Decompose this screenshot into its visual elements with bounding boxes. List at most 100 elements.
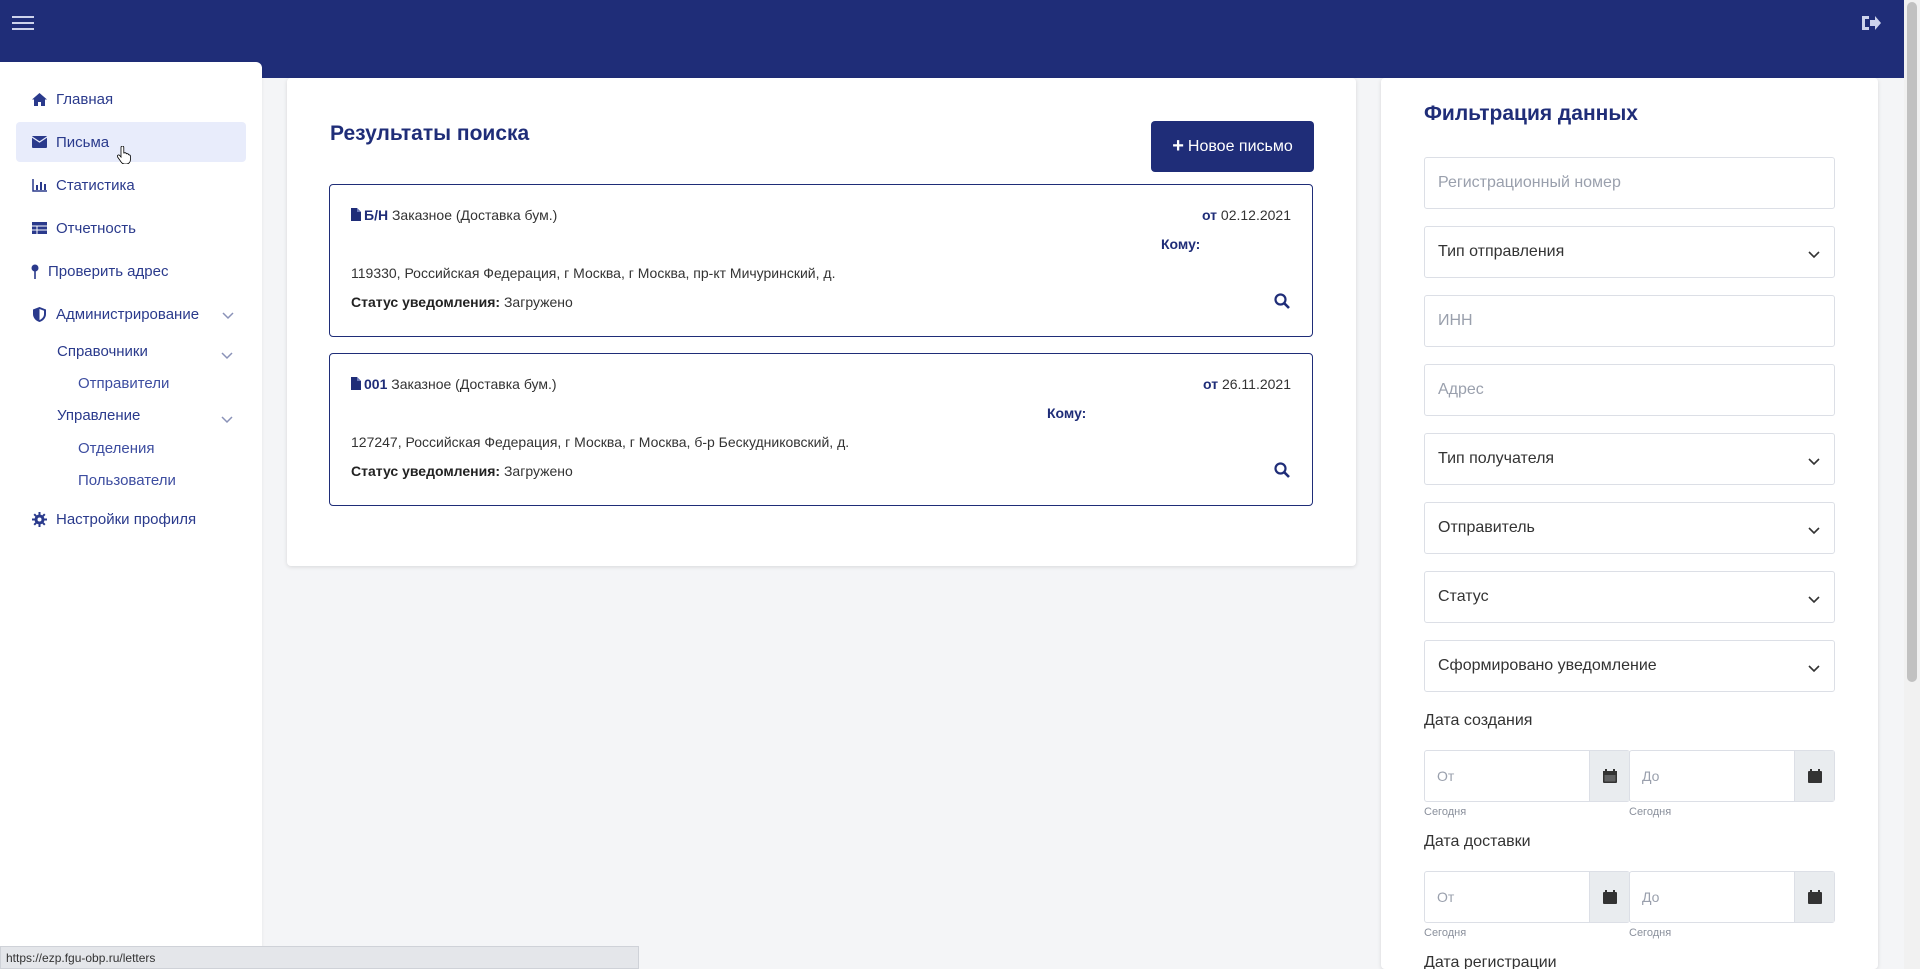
letter-header: Б/Н Заказное (Доставка бум.) (351, 207, 557, 224)
letter-date: от 26.11.2021 (1203, 376, 1291, 392)
today-hint[interactable]: Сегодня (1629, 806, 1671, 818)
letter-card[interactable]: Б/Н Заказное (Доставка бум.) от 02.12.20… (329, 184, 1313, 337)
date-value: 26.11.2021 (1221, 376, 1291, 392)
notification-select[interactable]: Сформировано уведомление (1424, 640, 1835, 692)
sidebar-item-label: Настройки профиля (56, 510, 197, 528)
status-select[interactable]: Статус (1424, 571, 1835, 623)
sidebar-item-administration[interactable]: Администрирование (16, 294, 246, 334)
link-preview-statusbar: https://ezp.fgu-obp.ru/letters (0, 946, 639, 969)
letter-type: Заказное (Доставка бум.) (391, 207, 558, 223)
sidebar-item-directories[interactable]: Справочники (57, 343, 247, 360)
sidebar-item-label: Статистика (56, 176, 135, 194)
top-bar (0, 0, 1904, 78)
letter-number: Б/Н (364, 207, 389, 223)
filter-title: Фильтрация данных (1424, 102, 1638, 125)
new-letter-button[interactable]: + Новое письмо (1151, 121, 1314, 172)
chevron-down-icon (222, 307, 234, 324)
select-label: Тип отправления (1438, 243, 1565, 260)
document-icon (351, 377, 361, 393)
sidebar-item-check-address[interactable]: Проверить адрес (16, 251, 246, 291)
search-icon[interactable] (1274, 293, 1290, 314)
letter-address: 127247, Российская Федерация, г Москва, … (351, 434, 850, 450)
input-placeholder: До (1642, 768, 1660, 784)
address-input[interactable]: Адрес (1424, 364, 1835, 416)
sidebar-item-label: Письма (56, 133, 110, 151)
chevron-down-icon (221, 411, 233, 428)
menu-toggle-icon[interactable] (12, 14, 34, 34)
registration-number-input[interactable]: Регистрационный номер (1424, 157, 1835, 209)
notification-status: Статус уведомления: Загружено (351, 294, 573, 310)
sidebar-item-letters[interactable]: Письма (16, 122, 246, 162)
today-hint[interactable]: Сегодня (1424, 927, 1466, 939)
gear-icon (30, 511, 48, 527)
sidebar-item-statistics[interactable]: Статистика (16, 165, 246, 205)
page-scrollbar[interactable] (1904, 0, 1920, 969)
bar-chart-icon (30, 178, 48, 192)
table-icon (30, 222, 48, 234)
search-results-card: Результаты поиска + Новое письмо Б/Н Зак… (287, 78, 1356, 566)
sidebar-item-management[interactable]: Управление (57, 407, 247, 424)
home-icon (30, 92, 48, 106)
plus-icon: + (1172, 135, 1184, 157)
chevron-down-icon (1808, 591, 1820, 609)
created-to-input[interactable]: До (1629, 750, 1835, 802)
calendar-icon[interactable] (1794, 872, 1834, 922)
document-icon (351, 208, 361, 224)
input-placeholder: От (1437, 768, 1455, 784)
date-prefix: от (1203, 376, 1219, 392)
sidebar-item-profile-settings[interactable]: Настройки профиля (16, 499, 246, 539)
calendar-icon[interactable] (1794, 751, 1834, 801)
notification-status: Статус уведомления: Загружено (351, 463, 573, 479)
new-letter-label: Новое письмо (1187, 137, 1293, 155)
sidebar-item-users[interactable]: Пользователи (78, 472, 176, 489)
status-value: Загружено (503, 294, 573, 310)
status-label: Статус уведомления: (351, 463, 501, 479)
sidebar-item-label: Отчетность (56, 219, 136, 237)
envelope-icon (30, 136, 48, 148)
calendar-icon[interactable] (1589, 751, 1629, 801)
created-date-label: Дата создания (1424, 712, 1533, 729)
today-hint[interactable]: Сегодня (1424, 806, 1466, 818)
select-label: Тип получателя (1438, 450, 1555, 467)
letter-header: 001 Заказное (Доставка бум.) (351, 376, 557, 393)
hand-pointer-icon (116, 145, 131, 169)
sidebar-item-label: Администрирование (56, 305, 200, 323)
sidebar-item-departments[interactable]: Отделения (78, 440, 155, 457)
created-from-input[interactable]: От (1424, 750, 1630, 802)
chevron-down-icon (1808, 246, 1820, 264)
delivered-from-input[interactable]: От (1424, 871, 1630, 923)
send-type-select[interactable]: Тип отправления (1424, 226, 1835, 278)
letter-address: 119330, Российская Федерация, г Москва, … (351, 265, 836, 281)
date-value: 02.12.2021 (1220, 207, 1291, 223)
sidebar-item-home[interactable]: Главная (16, 79, 246, 119)
input-placeholder: От (1437, 889, 1455, 905)
search-icon[interactable] (1274, 462, 1290, 483)
recipient-label: Кому: (1161, 236, 1201, 252)
letter-card[interactable]: 001 Заказное (Доставка бум.) от 26.11.20… (329, 353, 1313, 506)
status-label: Статус уведомления: (351, 294, 501, 310)
sidebar-item-reports[interactable]: Отчетность (16, 208, 246, 248)
chevron-down-icon (1808, 660, 1820, 678)
sidebar-item-label: Справочники (57, 343, 148, 360)
select-label: Отправитель (1438, 519, 1535, 536)
sender-select[interactable]: Отправитель (1424, 502, 1835, 554)
letter-date: от 02.12.2021 (1202, 207, 1291, 223)
logout-icon[interactable] (1860, 13, 1882, 33)
chevron-down-icon (1808, 453, 1820, 471)
delivered-to-input[interactable]: До (1629, 871, 1835, 923)
registration-date-label: Дата регистрации (1424, 954, 1557, 969)
input-placeholder: ИНН (1438, 312, 1473, 329)
inn-input[interactable]: ИНН (1424, 295, 1835, 347)
map-pin-icon (30, 264, 40, 279)
filter-panel: Фильтрация данных Регистрационный номер … (1381, 78, 1878, 969)
sidebar-item-label: Проверить адрес (48, 262, 169, 280)
select-label: Статус (1438, 588, 1489, 605)
calendar-icon[interactable] (1589, 872, 1629, 922)
scrollbar-thumb[interactable] (1907, 2, 1917, 682)
page-title: Результаты поиска (330, 122, 530, 145)
sidebar-item-senders[interactable]: Отправители (78, 375, 169, 392)
status-value: Загружено (503, 463, 573, 479)
chevron-down-icon (1808, 522, 1820, 540)
recipient-type-select[interactable]: Тип получателя (1424, 433, 1835, 485)
today-hint[interactable]: Сегодня (1629, 927, 1671, 939)
